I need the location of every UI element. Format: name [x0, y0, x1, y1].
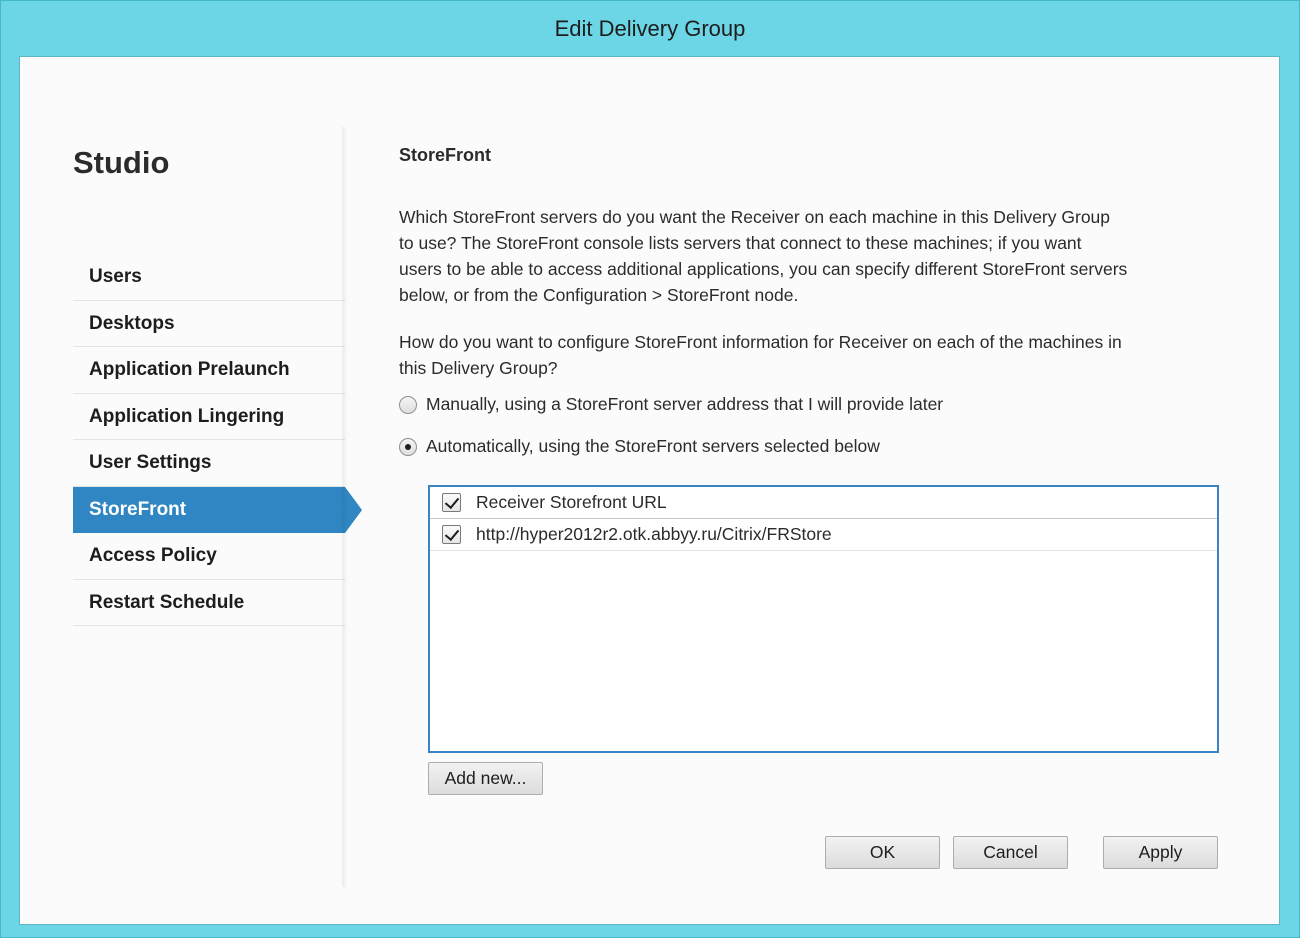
sidebar-item-storefront[interactable]: StoreFront — [73, 486, 362, 533]
storefront-url-list[interactable]: Receiver Storefront URL http://hyper2012… — [428, 485, 1219, 753]
sidebar-item-users[interactable]: Users — [73, 254, 345, 301]
sidebar-item-desktops[interactable]: Desktops — [73, 301, 345, 347]
dialog-client-area: Studio Users Desktops Application Prelau… — [19, 56, 1280, 925]
sidebar-item-application-lingering[interactable]: Application Lingering — [73, 394, 345, 440]
sidebar-item-access-policy[interactable]: Access Policy — [73, 533, 345, 580]
url-checkbox[interactable] — [442, 525, 461, 544]
list-item[interactable]: http://hyper2012r2.otk.abbyy.ru/Citrix/F… — [430, 519, 1217, 551]
description-text: Which StoreFront servers do you want the… — [399, 207, 1128, 305]
sidebar: Studio Users Desktops Application Prelau… — [20, 57, 362, 924]
radio-automatic-label: Automatically, using the StoreFront serv… — [426, 436, 880, 456]
radio-automatic[interactable] — [399, 437, 417, 456]
dialog-window: Edit Delivery Group Studio Users Desktop… — [0, 0, 1300, 938]
sidebar-divider — [342, 127, 348, 887]
apply-button[interactable]: Apply — [1103, 836, 1218, 869]
ok-button[interactable]: OK — [825, 836, 940, 869]
list-header-label: Receiver Storefront URL — [476, 492, 667, 512]
window-title: Edit Delivery Group — [554, 15, 746, 41]
cancel-button[interactable]: Cancel — [953, 836, 1068, 869]
radio-manual-option[interactable]: Manually, using a StoreFront server addr… — [399, 394, 943, 415]
sidebar-item-application-prelaunch[interactable]: Application Prelaunch — [73, 347, 345, 394]
sidebar-nav: Users Desktops Application Prelaunch App… — [73, 254, 362, 626]
list-header-row: Receiver Storefront URL — [430, 487, 1217, 519]
sidebar-item-restart-schedule[interactable]: Restart Schedule — [73, 580, 345, 626]
radio-manual-label: Manually, using a StoreFront server addr… — [426, 394, 944, 414]
studio-title: Studio — [73, 145, 170, 180]
sidebar-item-user-settings[interactable]: User Settings — [73, 440, 345, 487]
select-all-checkbox[interactable] — [442, 493, 461, 512]
add-new-button[interactable]: Add new... — [428, 762, 543, 795]
url-label: http://hyper2012r2.otk.abbyy.ru/Citrix/F… — [476, 524, 832, 544]
radio-manual[interactable] — [399, 395, 417, 414]
page-title: StoreFront — [399, 145, 491, 165]
radio-automatic-option[interactable]: Automatically, using the StoreFront serv… — [399, 436, 880, 457]
question-text: How do you want to configure StoreFront … — [399, 332, 1122, 378]
